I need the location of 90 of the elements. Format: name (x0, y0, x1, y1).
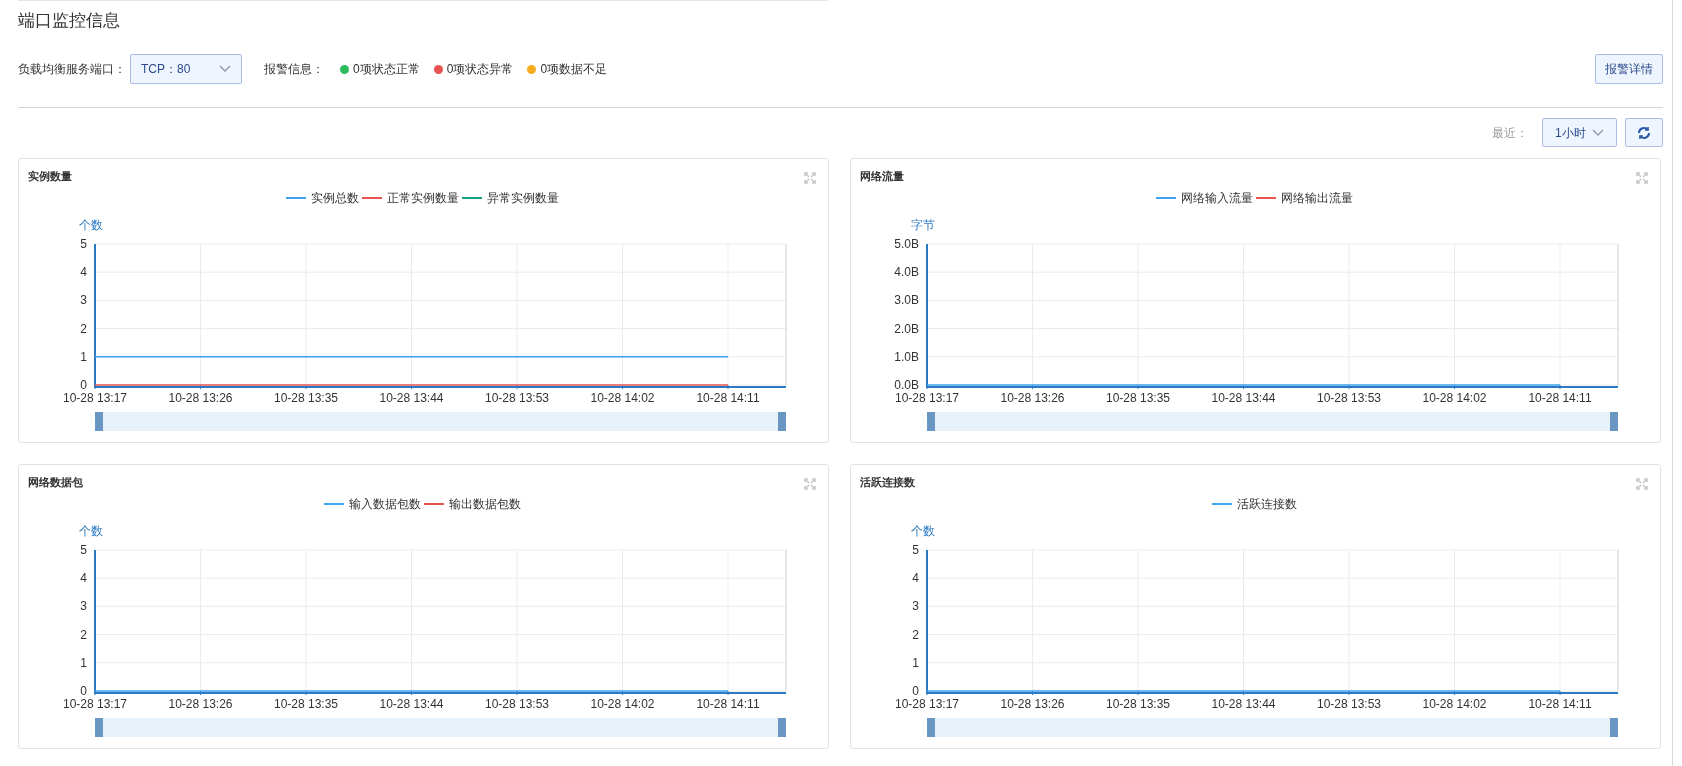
y-tick-label: 0 (80, 378, 87, 392)
x-tick-label: 10-28 14:11 (696, 697, 760, 711)
y-tick-label: 1 (80, 349, 87, 364)
expand-icon[interactable] (1636, 478, 1648, 490)
expand-icon[interactable] (1636, 172, 1648, 184)
y-tick-label: 1.0B (894, 349, 919, 364)
x-tick-label: 10-28 14:11 (696, 391, 760, 405)
range-slider[interactable] (95, 412, 786, 431)
alarm-details-button[interactable]: 报警详情 (1595, 54, 1663, 84)
axis-title: 个数 (911, 524, 935, 538)
y-tick-label: 1 (912, 655, 919, 670)
x-tick-label: 10-28 13:53 (1316, 697, 1382, 711)
x-tick-label: 10-28 14:02 (590, 697, 655, 711)
x-tick-label: 10-28 13:17 (62, 391, 128, 405)
legend-item[interactable]: 正常实例数量 (361, 189, 462, 207)
y-tick-label: 5 (80, 543, 87, 557)
caret-icon (219, 65, 231, 73)
alarm-count: 0项状态正常 (353, 61, 420, 78)
refresh-icon (1637, 125, 1651, 140)
y-tick-label: 4.0B (894, 265, 919, 280)
y-tick-label: 3 (912, 599, 919, 614)
chart-title: 网络流量 (860, 169, 904, 184)
alarm-label: 报警信息： (264, 61, 324, 78)
legend-item[interactable]: 输出数据包数 (423, 495, 524, 513)
range-slider[interactable] (95, 718, 786, 737)
x-tick-label: 10-28 13:53 (484, 697, 550, 711)
x-tick-label: 10-28 13:17 (894, 697, 960, 711)
alarm-count: 0项状态异常 (446, 61, 514, 78)
legend-item[interactable]: 活跃连接数 (1211, 495, 1300, 513)
x-tick-label: 10-28 13:44 (379, 697, 444, 711)
range-slider[interactable] (927, 718, 1618, 737)
x-tick-label: 10-28 13:26 (1000, 391, 1065, 405)
x-tick-label: 10-28 14:02 (1422, 391, 1487, 405)
x-tick-label: 10-28 13:35 (273, 697, 339, 711)
chart-title: 实例数量 (28, 169, 72, 184)
y-tick-label: 4 (80, 265, 87, 280)
legend-item[interactable]: 网络输出流量 (1255, 189, 1356, 207)
y-tick-label: 2.0B (894, 321, 919, 336)
x-tick-label: 10-28 13:44 (1211, 391, 1276, 405)
x-tick-label: 10-28 13:17 (62, 697, 128, 711)
x-tick-label: 10-28 13:26 (168, 697, 233, 711)
y-tick-label: 0.0B (894, 378, 919, 392)
y-tick-label: 4 (912, 571, 919, 586)
port-select[interactable]: TCP：80 (130, 54, 242, 84)
expand-icon[interactable] (804, 172, 816, 184)
page-title: 端口监控信息 (18, 10, 120, 32)
x-tick-label: 10-28 13:44 (379, 391, 444, 405)
x-tick-label: 10-28 13:53 (1316, 391, 1382, 405)
y-tick-label: 2 (912, 627, 919, 642)
x-tick-label: 10-28 13:26 (168, 391, 233, 405)
chart-title: 活跃连接数 (860, 475, 915, 490)
y-tick-label: 5 (912, 543, 919, 557)
refresh-button[interactable] (1625, 118, 1663, 147)
legend-item[interactable]: 网络输入流量 (1155, 189, 1256, 207)
legend-item[interactable]: 输入数据包数 (323, 495, 424, 513)
axis-title: 字节 (911, 218, 935, 232)
y-tick-label: 5.0B (894, 237, 919, 251)
x-tick-label: 10-28 13:35 (1105, 391, 1171, 405)
x-tick-label: 10-28 14:02 (590, 391, 655, 405)
y-tick-label: 4 (80, 571, 87, 586)
range-select[interactable]: 1小时 (1542, 118, 1617, 147)
y-tick-label: 0 (912, 684, 919, 698)
y-tick-label: 5 (80, 237, 87, 251)
x-tick-label: 10-28 14:11 (1528, 391, 1592, 405)
x-tick-label: 10-28 13:35 (273, 391, 339, 405)
axis-title: 个数 (79, 218, 103, 232)
x-tick-label: 10-28 13:44 (1211, 697, 1276, 711)
x-tick-label: 10-28 13:53 (484, 391, 550, 405)
y-tick-label: 2 (80, 627, 87, 642)
axis-title: 个数 (79, 524, 103, 538)
legend-item[interactable]: 异常实例数量 (461, 189, 562, 207)
x-tick-label: 10-28 13:35 (1105, 697, 1171, 711)
y-tick-label: 3 (80, 599, 87, 614)
x-tick-label: 10-28 14:11 (1528, 697, 1592, 711)
y-tick-label: 0 (80, 684, 87, 698)
chart-title: 网络数据包 (28, 475, 83, 490)
legend-item[interactable]: 实例总数 (285, 189, 362, 207)
y-tick-label: 1 (80, 655, 87, 670)
y-tick-label: 3.0B (894, 293, 919, 308)
range-label: 最近： (1492, 124, 1528, 142)
y-tick-label: 3 (80, 293, 87, 308)
range-slider[interactable] (927, 412, 1618, 431)
x-tick-label: 10-28 13:17 (894, 391, 960, 405)
x-tick-label: 10-28 14:02 (1422, 697, 1487, 711)
alarm-count: 0项数据不足 (540, 61, 608, 78)
y-tick-label: 2 (80, 321, 87, 336)
caret-icon (1592, 128, 1604, 137)
port-label: 负载均衡服务端口： (18, 61, 126, 78)
x-tick-label: 10-28 13:26 (1000, 697, 1065, 711)
expand-icon[interactable] (804, 478, 816, 490)
